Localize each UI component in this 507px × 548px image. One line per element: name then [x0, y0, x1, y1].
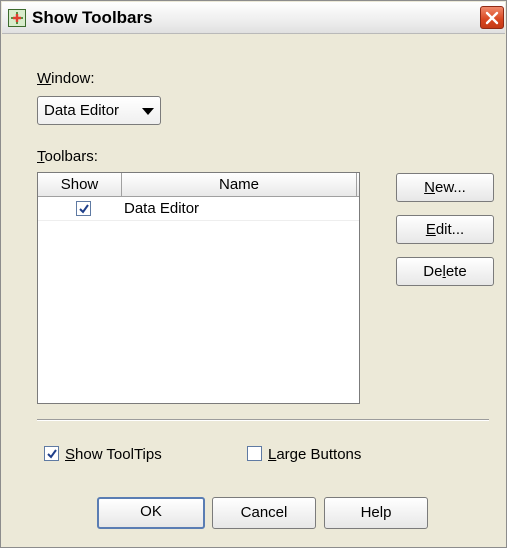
show-tooltips-option[interactable]: Show ToolTips [44, 446, 162, 463]
separator [37, 419, 489, 421]
show-checkbox[interactable] [76, 201, 91, 216]
chevron-down-icon [142, 108, 154, 115]
help-button[interactable]: Help [324, 497, 428, 529]
window-select-value: Data Editor [44, 102, 120, 119]
ok-button[interactable]: OK [97, 497, 205, 529]
window-select[interactable]: Data Editor [37, 96, 161, 125]
column-header-name[interactable]: Name [122, 173, 357, 196]
title-bar[interactable]: Show Toolbars [2, 2, 505, 34]
close-button[interactable] [480, 6, 504, 29]
show-tooltips-checkbox[interactable] [44, 446, 59, 461]
dialog-title: Show Toolbars [32, 8, 153, 27]
toolbar-name: Data Editor [124, 200, 200, 217]
large-buttons-checkbox[interactable] [247, 446, 262, 461]
large-buttons-option[interactable]: Large Buttons [247, 446, 361, 463]
cancel-button[interactable]: Cancel [212, 497, 316, 529]
checkmark-icon [79, 204, 89, 214]
delete-button[interactable]: Delete [396, 257, 494, 286]
new-button[interactable]: New... [396, 173, 494, 202]
edit-button[interactable]: Edit... [396, 215, 494, 244]
checkmark-icon [47, 449, 57, 459]
toolbars-label: Toolbars: [37, 148, 98, 165]
table-header: Show Name [38, 173, 359, 197]
window-label: Window: [37, 70, 95, 87]
column-header-show[interactable]: Show [38, 173, 122, 196]
table-row[interactable]: Data Editor [38, 197, 359, 221]
app-icon [8, 9, 26, 27]
toolbars-table[interactable]: Show Name Data Editor [37, 172, 360, 404]
show-toolbars-dialog: Show Toolbars Window: Data Editor Toolba… [0, 0, 507, 548]
close-icon [485, 11, 499, 25]
